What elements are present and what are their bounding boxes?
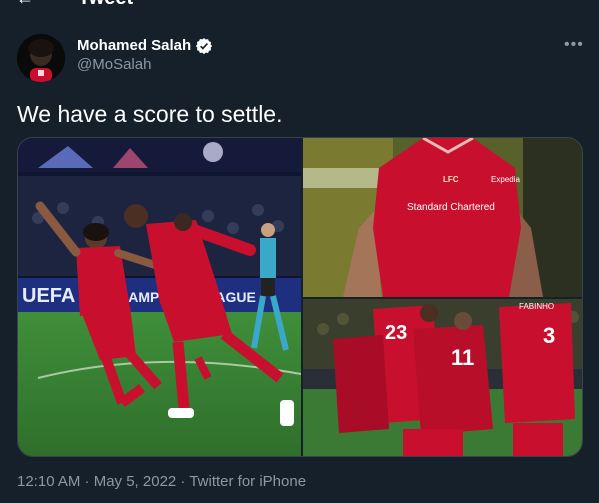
celebration-photo[interactable]: UEFA CHAMPIONS LEAGUE (18, 138, 301, 456)
jersey-number-23: 23 (385, 322, 407, 344)
top-bar: ← Tweet (0, 0, 599, 10)
avatar[interactable] (17, 34, 65, 82)
team-huddle-photo[interactable]: 23 11 3 FABINHO (303, 299, 582, 456)
author-block: Mohamed Salah @MoSalah (77, 36, 213, 75)
tweet-text: We have a score to settle. (17, 101, 283, 127)
jersey-number-11: 11 (451, 345, 474, 370)
verified-badge-icon (195, 37, 213, 55)
jersey-number-3: 3 (543, 323, 555, 348)
author-name[interactable]: Mohamed Salah (77, 36, 213, 55)
ad-banner-text: UEFA (22, 285, 75, 307)
expedia-text: Expedia (491, 175, 520, 184)
player-name-text: FABINHO (519, 302, 554, 311)
tweet-timestamp[interactable]: 12:10 AM · May 5, 2022 · Twitter for iPh… (17, 473, 306, 490)
crest-text: LFC (443, 175, 459, 184)
arrow-left-icon[interactable]: ← (16, 0, 34, 10)
author-handle[interactable]: @MoSalah (77, 55, 213, 75)
page-title: Tweet (78, 0, 133, 10)
more-icon[interactable]: ••• (564, 36, 584, 54)
media-grid: UEFA CHAMPIONS LEAGUE LFC Expedia Standa… (17, 137, 583, 457)
sponsor-text: Standard Chartered (407, 202, 495, 213)
kit-closeup-photo[interactable]: LFC Expedia Standard Chartered (303, 138, 582, 297)
display-name-text: Mohamed Salah (77, 37, 192, 54)
